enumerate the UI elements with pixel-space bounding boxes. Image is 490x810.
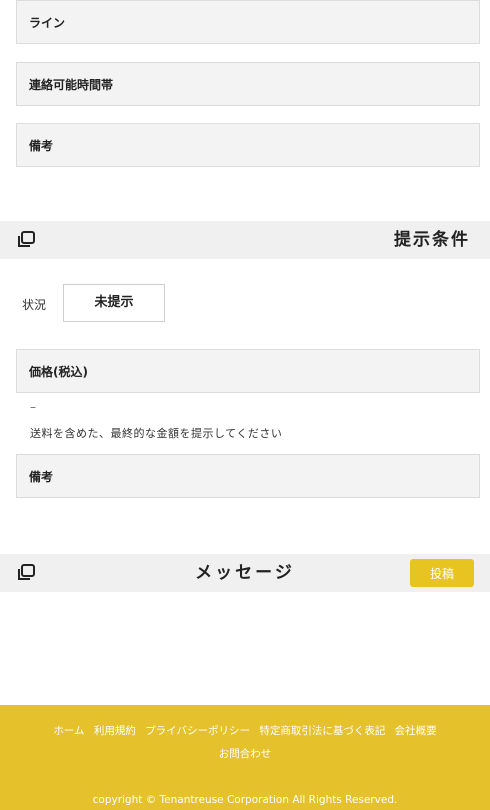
post-button[interactable]: 投稿: [410, 559, 474, 587]
price-hint: 送料を含めた、最終的な金額を提示してください: [30, 427, 283, 440]
footer-link-commerce-law[interactable]: 特定商取引法に基づく表記: [259, 725, 385, 737]
status-value: 未提示: [63, 284, 165, 322]
price-field[interactable]: 価格(税込): [16, 349, 480, 393]
footer-link-company[interactable]: 会社概要: [395, 725, 437, 737]
footer-link-privacy[interactable]: プライバシーポリシー: [145, 725, 250, 737]
copy-icon[interactable]: [17, 231, 37, 249]
offer-section-title: 提示条件: [394, 230, 470, 250]
offer-section-header: 提示条件: [0, 221, 490, 259]
remarks-field[interactable]: 備考: [16, 123, 480, 167]
footer-link-terms[interactable]: 利用規約: [94, 725, 136, 737]
available-hours-field[interactable]: 連絡可能時間帯: [16, 62, 480, 106]
price-value: –: [30, 400, 36, 414]
footer-link-contact[interactable]: お問合わせ: [0, 746, 490, 761]
footer: ホーム 利用規約 プライバシーポリシー 特定商取引法に基づく表記 会社概要 お問…: [0, 705, 490, 810]
line-field[interactable]: ライン: [16, 0, 480, 44]
footer-links: ホーム 利用規約 プライバシーポリシー 特定商取引法に基づく表記 会社概要: [0, 723, 490, 738]
footer-link-home[interactable]: ホーム: [53, 725, 84, 737]
message-section-header: メッセージ 投稿: [0, 554, 490, 592]
offer-remarks-field[interactable]: 備考: [16, 454, 480, 498]
status-label: 状況: [22, 298, 47, 312]
copyright: copyright © Tenantreuse Corporation All …: [92, 794, 398, 806]
